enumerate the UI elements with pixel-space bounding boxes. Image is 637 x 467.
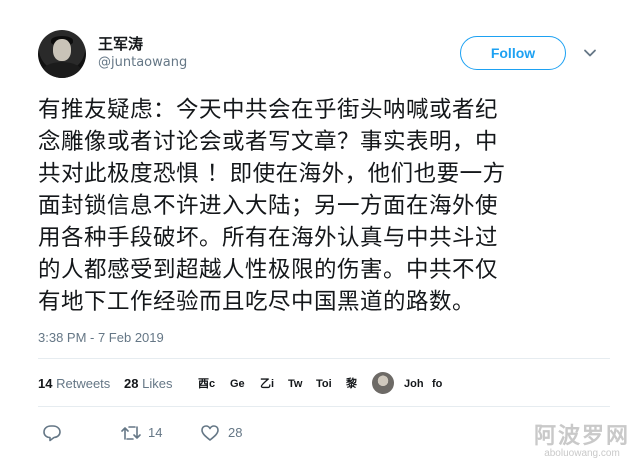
- tweet-text: 有推友疑虑：今天中共会在乎街头呐喊或者纪 念雕像或者讨论会或者写文章？事实表明，…: [38, 94, 610, 318]
- watermark-url: aboluowang.com: [544, 448, 620, 459]
- author-handle[interactable]: @juntaowang: [98, 54, 187, 72]
- retweet-count: 14: [148, 425, 163, 440]
- tweet-text-line: 念雕像或者讨论会或者写文章？事实表明，中: [38, 129, 499, 155]
- tweet-text-line: 用各种手段破坏。所有在海外认真与中共斗过: [38, 225, 499, 251]
- retweets-stat[interactable]: 14 Retweets: [38, 376, 110, 391]
- tweet-text-line: 的人都感受到超越人性极限的伤害。中共不仅: [38, 257, 499, 283]
- tweet-text-line: 共对此极度恐惧 ！即使在海外，他们也要一方: [38, 161, 506, 187]
- retweets-label: Retweets: [56, 376, 111, 391]
- retweets-count: 14: [38, 376, 53, 391]
- tweet-timestamp[interactable]: 3:38 PM - 7 Feb 2019: [38, 330, 164, 345]
- author-names: 王军涛 @juntaowang: [98, 34, 187, 72]
- tweet-card: 王军涛 @juntaowang Follow 有推友疑虑：今天中共会在乎街头呐喊…: [0, 0, 637, 467]
- reply-button[interactable]: [42, 422, 66, 444]
- watermark-title: 阿波罗网: [533, 424, 630, 449]
- chevron-down-icon[interactable]: [583, 46, 597, 60]
- author-avatar[interactable]: [38, 30, 86, 78]
- liker-photo-avatar[interactable]: [372, 372, 394, 394]
- like-count: 28: [228, 425, 243, 440]
- liker-avatar[interactable]: 酉c: [198, 372, 228, 396]
- follow-button[interactable]: Follow: [460, 36, 566, 70]
- likes-count: 28: [124, 376, 139, 391]
- tweet-text-line: 有地下工作经验而且吃尽中国黑道的路数。: [38, 289, 476, 315]
- tweet-header: 王军涛 @juntaowang Follow: [38, 30, 608, 80]
- divider: [38, 406, 610, 407]
- liker-avatar[interactable]: 乙i: [260, 372, 290, 396]
- liker-avatar[interactable]: Tw: [288, 372, 318, 396]
- like-button[interactable]: 28: [200, 422, 260, 444]
- reply-icon: [43, 425, 61, 442]
- heart-icon: [201, 425, 219, 441]
- liker-avatar[interactable]: Ge: [230, 372, 260, 396]
- retweet-icon: [121, 426, 141, 440]
- retweet-button[interactable]: 14: [120, 422, 180, 444]
- tweet-text-line: 有推友疑虑：今天中共会在乎街头呐喊或者纪: [38, 97, 499, 123]
- author-display-name[interactable]: 王军涛: [98, 34, 187, 54]
- liker-avatar[interactable]: fo: [432, 372, 462, 396]
- liker-avatar[interactable]: Toi: [316, 372, 336, 396]
- likes-label: Likes: [142, 376, 173, 391]
- likes-stat[interactable]: 28 Likes: [124, 376, 172, 391]
- tweet-actions: 14 28: [38, 422, 338, 444]
- liker-avatar[interactable]: Joh: [404, 372, 434, 396]
- divider: [38, 358, 610, 359]
- tweet-text-line: 面封锁信息不许进入大陆；另一方面在海外使: [38, 193, 499, 219]
- site-watermark: 阿波罗网 aboluowang.com: [530, 418, 634, 466]
- tweet-stats: 14 Retweets 28 Likes 酉c Ge 乙i Tw Toi 黎 J…: [38, 372, 610, 396]
